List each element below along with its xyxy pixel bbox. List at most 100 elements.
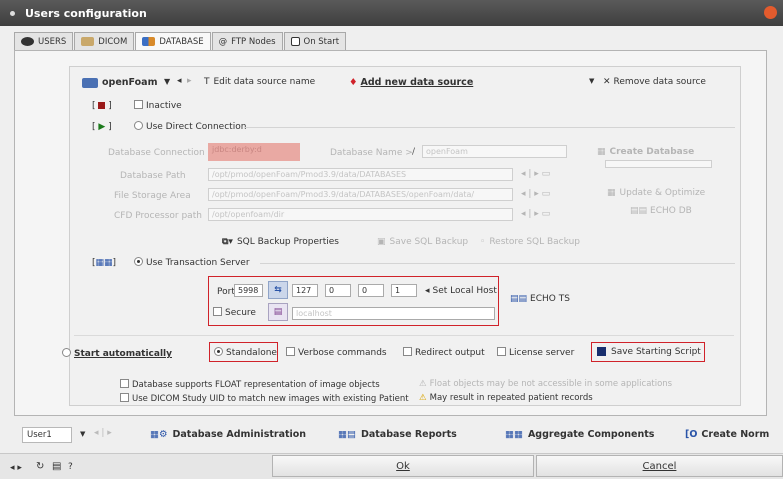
save-icon [597, 347, 606, 356]
window-menu-icon[interactable] [10, 10, 15, 16]
ip-octet-1[interactable]: 127 [292, 284, 318, 297]
sql-backup-properties-button[interactable]: ⧉▾ SQL Backup Properties [222, 237, 339, 247]
port-field[interactable]: 5998 [234, 284, 263, 297]
divider [260, 263, 735, 264]
ok-button[interactable]: Ok [272, 455, 534, 477]
user-nav-buttons[interactable]: ◂ | ▸ [94, 428, 112, 438]
refresh-icon[interactable]: ↻ [36, 461, 44, 472]
stop-icon [98, 102, 106, 109]
path-nav-buttons[interactable]: ◂ | ▸ ▭ [521, 169, 550, 179]
inactive-checkbox[interactable]: Inactive [134, 100, 182, 111]
file-storage-field[interactable]: /opt/pmod/openFoam/Pmod3.9/data/DATABASE… [208, 188, 513, 201]
cfd-nav-buttons[interactable]: ◂ | ▸ ▭ [521, 209, 550, 219]
db-reports-label: Database Reports [360, 429, 457, 440]
user-selector[interactable]: User1 [22, 427, 72, 443]
at-icon: @ [218, 36, 228, 47]
tab-users[interactable]: USERS [14, 32, 74, 50]
cfd-path-field[interactable]: /opt/openfoam/dir [208, 208, 513, 221]
create-norm-button[interactable]: [O Create Norm [685, 429, 769, 440]
ip-octet-3[interactable]: 0 [358, 284, 384, 297]
cancel-button[interactable]: Cancel [536, 455, 783, 477]
title-bar: Users configuration [0, 0, 783, 26]
update-optimize-button[interactable]: ▦ Update & Optimize [607, 188, 705, 198]
standalone-label: Standalone [226, 348, 277, 358]
verbose-commands-checkbox[interactable]: Verbose commands [286, 347, 387, 358]
save-script-label: Save Starting Script [611, 347, 701, 357]
edit-source-name-button[interactable]: T Edit data source name [204, 77, 315, 87]
tab-label: DICOM [98, 36, 128, 47]
norm-icon: [O [685, 429, 698, 440]
echo-ts-button[interactable]: ▤▤ ECHO TS [510, 294, 570, 304]
checkbox [120, 393, 129, 402]
dicom-uid-checkbox[interactable]: Use DICOM Study UID to match new images … [120, 393, 409, 404]
save-icon: ▣ [377, 237, 386, 247]
set-local-host-label: Set Local Host [432, 286, 497, 296]
chevron-down-icon[interactable]: ▼ [164, 77, 170, 86]
radio [134, 257, 143, 266]
ip-octet-4[interactable]: 1 [391, 284, 417, 297]
close-window-button[interactable] [764, 6, 777, 19]
data-source-selector[interactable]: openFoam [82, 77, 157, 88]
db-name-field[interactable]: openFoam [422, 145, 567, 158]
float-support-checkbox[interactable]: Database supports FLOAT representation o… [120, 379, 380, 390]
dicom-icon [81, 37, 95, 46]
aggregate-components-button[interactable]: ▦▦ Aggregate Components [505, 429, 654, 440]
cancel-label: Cancel [642, 460, 677, 472]
ok-label: Ok [396, 460, 410, 472]
tab-database[interactable]: DATABASE [135, 32, 211, 50]
database-reports-button[interactable]: ▦▤ Database Reports [338, 429, 457, 440]
add-data-source-button[interactable]: ♦ Add new data source [349, 77, 473, 88]
db-connection-label: Database Connection [108, 148, 205, 158]
tab-ftp-nodes[interactable]: @ FTP Nodes [211, 32, 283, 50]
next-source-button[interactable]: ▸ [187, 76, 192, 86]
network-icon[interactable]: ⇆ [268, 281, 288, 299]
tab-bar: USERS DICOM DATABASE @ FTP Nodes On Start [14, 32, 347, 50]
database-administration-button[interactable]: ▦⚙ Database Administration [150, 429, 306, 440]
storage-nav-buttons[interactable]: ◂ | ▸ ▭ [521, 189, 550, 199]
chevron-down-icon[interactable]: ▼ [589, 77, 594, 85]
checkbox [120, 379, 129, 388]
direct-toggle[interactable]: [ ▶ ] [92, 122, 112, 132]
document-icon[interactable]: ▤ [52, 461, 61, 472]
previous-source-button[interactable]: ◂ [177, 76, 182, 86]
use-transaction-server-radio[interactable]: Use Transaction Server [134, 257, 250, 268]
tab-dicom[interactable]: DICOM [74, 32, 135, 50]
network-icon: ▤▤ [510, 294, 528, 304]
set-local-host-button[interactable]: ◂ Set Local Host [425, 286, 497, 296]
tab-label: On Start [303, 36, 340, 47]
restore-sql-backup-button[interactable]: ◦ Restore SQL Backup [480, 237, 580, 247]
create-database-button[interactable]: ▦ Create Database [597, 147, 694, 157]
tab-label: USERS [38, 36, 67, 47]
start-automatically-radio[interactable]: Start automatically [62, 348, 172, 359]
add-icon: ♦ [349, 77, 358, 88]
host-icon[interactable]: ▤ [268, 303, 288, 321]
echo-db-label: ECHO DB [650, 206, 692, 216]
use-direct-connection-radio[interactable]: Use Direct Connection [134, 121, 246, 132]
warning-icon: ⚠ [419, 379, 427, 389]
secure-checkbox[interactable]: Secure [213, 307, 256, 318]
database-icon: ▦ [597, 147, 606, 157]
save-sql-backup-button[interactable]: ▣ Save SQL Backup [377, 237, 468, 247]
admin-icon: ▦⚙ [150, 429, 168, 440]
radio [62, 348, 71, 357]
progress-bar [605, 160, 712, 168]
inactive-toggle[interactable]: [ ] [92, 101, 112, 111]
standalone-radio[interactable]: Standalone [214, 347, 277, 358]
save-starting-script-button[interactable]: Save Starting Script [597, 347, 701, 357]
host-field[interactable]: localhost [292, 307, 495, 320]
db-path-field[interactable]: /opt/pmod/openFoam/Pmod3.9/data/DATABASE… [208, 168, 513, 181]
ip-octet-2[interactable]: 0 [325, 284, 351, 297]
tab-on-start[interactable]: On Start [283, 32, 347, 50]
redirect-output-checkbox[interactable]: Redirect output [403, 347, 485, 358]
warning-icon: ⚠ [419, 393, 427, 403]
db-connection-field[interactable]: jdbc:derby:d [208, 143, 300, 161]
divider [74, 335, 734, 336]
echo-db-button[interactable]: ▤▤ ECHO DB [630, 206, 692, 216]
chevron-down-icon[interactable]: ▼ [80, 430, 85, 438]
remove-data-source-button[interactable]: ✕ Remove data source [603, 77, 706, 87]
license-server-checkbox[interactable]: License server [497, 347, 574, 358]
footer-nav-buttons[interactable]: ◂ ▸ [10, 463, 22, 473]
radio [214, 347, 223, 356]
server-toggle[interactable]: [▦▦] [92, 258, 116, 268]
help-button[interactable]: ? [68, 462, 73, 472]
